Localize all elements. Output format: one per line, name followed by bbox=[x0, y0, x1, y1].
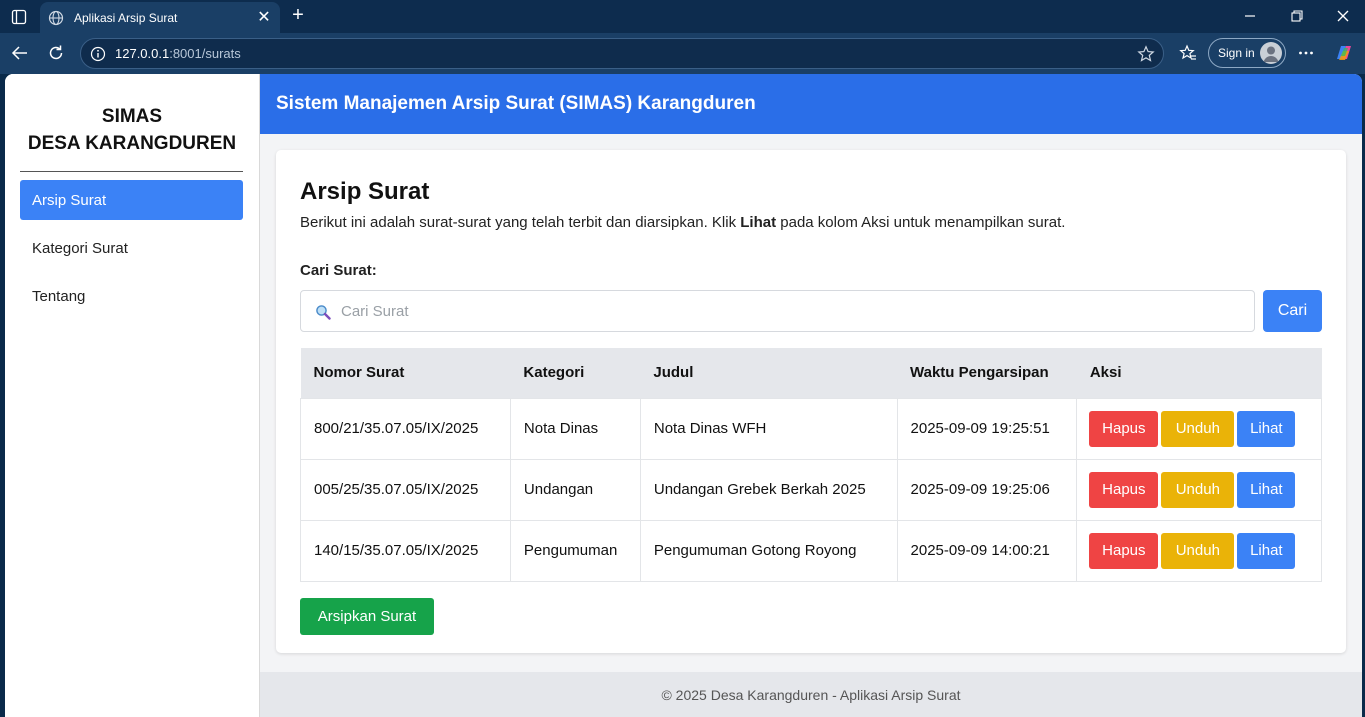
download-button[interactable]: Unduh bbox=[1161, 471, 1235, 508]
sidebar-nav: Arsip Surat Kategori Surat Tentang bbox=[5, 172, 259, 316]
download-button[interactable]: Unduh bbox=[1161, 532, 1235, 569]
delete-button[interactable]: Hapus bbox=[1089, 410, 1159, 447]
refresh-icon[interactable] bbox=[46, 43, 66, 63]
page-description: Berikut ini adalah surat-surat yang tela… bbox=[300, 214, 1066, 231]
brand-title: SIMAS bbox=[101, 106, 163, 127]
app-header-title: Sistem Manajemen Arsip Surat (SIMAS) Kar… bbox=[276, 93, 756, 114]
cell-waktu: 2025-09-09 19:25:51 bbox=[896, 397, 1078, 460]
restore-icon[interactable] bbox=[1287, 6, 1307, 26]
search-label: Cari Surat: bbox=[300, 262, 377, 279]
tab-close-icon[interactable]: ✕ bbox=[256, 9, 272, 26]
cell-kategori: Undangan bbox=[509, 458, 641, 521]
view-button[interactable]: Lihat bbox=[1237, 471, 1296, 508]
site-info-icon[interactable] bbox=[90, 46, 106, 62]
address-bar[interactable]: 127.0.0.1:8001/surats bbox=[80, 38, 1164, 69]
main-area: Sistem Manajemen Arsip Surat (SIMAS) Kar… bbox=[260, 74, 1362, 717]
page-viewport: SIMAS DESA KARANGDUREN Arsip Surat Kateg… bbox=[5, 74, 1362, 717]
browser-toolbar: 127.0.0.1:8001/surats Sign in bbox=[0, 33, 1365, 74]
favorites-icon[interactable] bbox=[1178, 43, 1198, 63]
sidebar-item-arsip-surat[interactable]: Arsip Surat bbox=[20, 180, 243, 220]
cell-nomor: 800/21/35.07.05/IX/2025 bbox=[300, 397, 511, 460]
table-header-row: Nomor Surat Kategori Judul Waktu Pengars… bbox=[300, 348, 1322, 398]
cell-aksi: Hapus Unduh Lihat bbox=[1076, 519, 1322, 582]
search-field bbox=[300, 290, 1255, 332]
column-header-kategori: Kategori bbox=[510, 348, 641, 398]
back-icon[interactable] bbox=[10, 43, 30, 63]
delete-button[interactable]: Hapus bbox=[1089, 532, 1159, 569]
tab-actions-icon[interactable] bbox=[10, 8, 28, 26]
search-button[interactable]: Cari bbox=[1263, 290, 1322, 332]
cell-kategori: Pengumuman bbox=[509, 519, 641, 582]
minimize-icon[interactable] bbox=[1240, 6, 1260, 26]
column-header-aksi: Aksi bbox=[1076, 348, 1322, 398]
column-header-nomor: Nomor Surat bbox=[300, 348, 511, 398]
url-text: 127.0.0.1:8001/surats bbox=[115, 46, 241, 61]
archive-letter-button[interactable]: Arsipkan Surat bbox=[300, 598, 434, 635]
cell-aksi: Hapus Unduh Lihat bbox=[1076, 397, 1322, 460]
brand: SIMAS DESA KARANGDUREN bbox=[5, 74, 259, 157]
archive-table: Nomor Surat Kategori Judul Waktu Pengars… bbox=[300, 348, 1322, 582]
column-header-judul: Judul bbox=[640, 348, 898, 398]
table-row: 005/25/35.07.05/IX/2025 Undangan Undanga… bbox=[300, 458, 1322, 521]
view-button[interactable]: Lihat bbox=[1237, 410, 1296, 447]
avatar-icon bbox=[1260, 42, 1282, 64]
browser-tab-bar: Aplikasi Arsip Surat ✕ + bbox=[0, 0, 1365, 33]
more-icon[interactable] bbox=[1296, 43, 1316, 63]
tab-title: Aplikasi Arsip Surat bbox=[74, 10, 178, 25]
page-title: Arsip Surat bbox=[300, 178, 430, 205]
brand-subtitle: DESA KARANGDUREN bbox=[27, 133, 237, 154]
cell-nomor: 005/25/35.07.05/IX/2025 bbox=[300, 458, 511, 521]
view-button[interactable]: Lihat bbox=[1237, 532, 1296, 569]
content-card: Arsip Surat Berikut ini adalah surat-sur… bbox=[276, 150, 1346, 653]
cell-waktu: 2025-09-09 19:25:06 bbox=[896, 458, 1078, 521]
cell-aksi: Hapus Unduh Lihat bbox=[1076, 458, 1322, 521]
table-row: 140/15/35.07.05/IX/2025 Pengumuman Pengu… bbox=[300, 519, 1322, 582]
cell-waktu: 2025-09-09 14:00:21 bbox=[896, 519, 1078, 582]
cell-judul: Pengumuman Gotong Royong bbox=[639, 519, 898, 582]
close-window-icon[interactable] bbox=[1333, 6, 1353, 26]
search-icon bbox=[315, 304, 331, 320]
new-tab-icon[interactable]: + bbox=[288, 5, 308, 25]
app-header: Sistem Manajemen Arsip Surat (SIMAS) Kar… bbox=[260, 74, 1362, 134]
download-button[interactable]: Unduh bbox=[1161, 410, 1235, 447]
cell-judul: Nota Dinas WFH bbox=[639, 397, 898, 460]
copilot-icon[interactable] bbox=[1333, 42, 1355, 64]
favorite-star-icon[interactable] bbox=[1137, 45, 1155, 63]
cell-nomor: 140/15/35.07.05/IX/2025 bbox=[300, 519, 511, 582]
cell-judul: Undangan Grebek Berkah 2025 bbox=[639, 458, 898, 521]
search-input[interactable] bbox=[341, 291, 1241, 331]
sidebar: SIMAS DESA KARANGDUREN Arsip Surat Kateg… bbox=[5, 74, 260, 717]
table-row: 800/21/35.07.05/IX/2025 Nota Dinas Nota … bbox=[300, 397, 1322, 460]
browser-tab[interactable]: Aplikasi Arsip Surat ✕ bbox=[40, 2, 280, 33]
delete-button[interactable]: Hapus bbox=[1089, 471, 1159, 508]
cell-kategori: Nota Dinas bbox=[509, 397, 641, 460]
sidebar-item-kategori-surat[interactable]: Kategori Surat bbox=[20, 228, 243, 268]
sign-in-button[interactable]: Sign in bbox=[1208, 38, 1286, 68]
column-header-waktu: Waktu Pengarsipan bbox=[897, 348, 1077, 398]
page-footer: © 2025 Desa Karangduren - Aplikasi Arsip… bbox=[260, 672, 1362, 717]
sidebar-item-tentang[interactable]: Tentang bbox=[20, 276, 243, 316]
globe-icon bbox=[48, 10, 64, 26]
